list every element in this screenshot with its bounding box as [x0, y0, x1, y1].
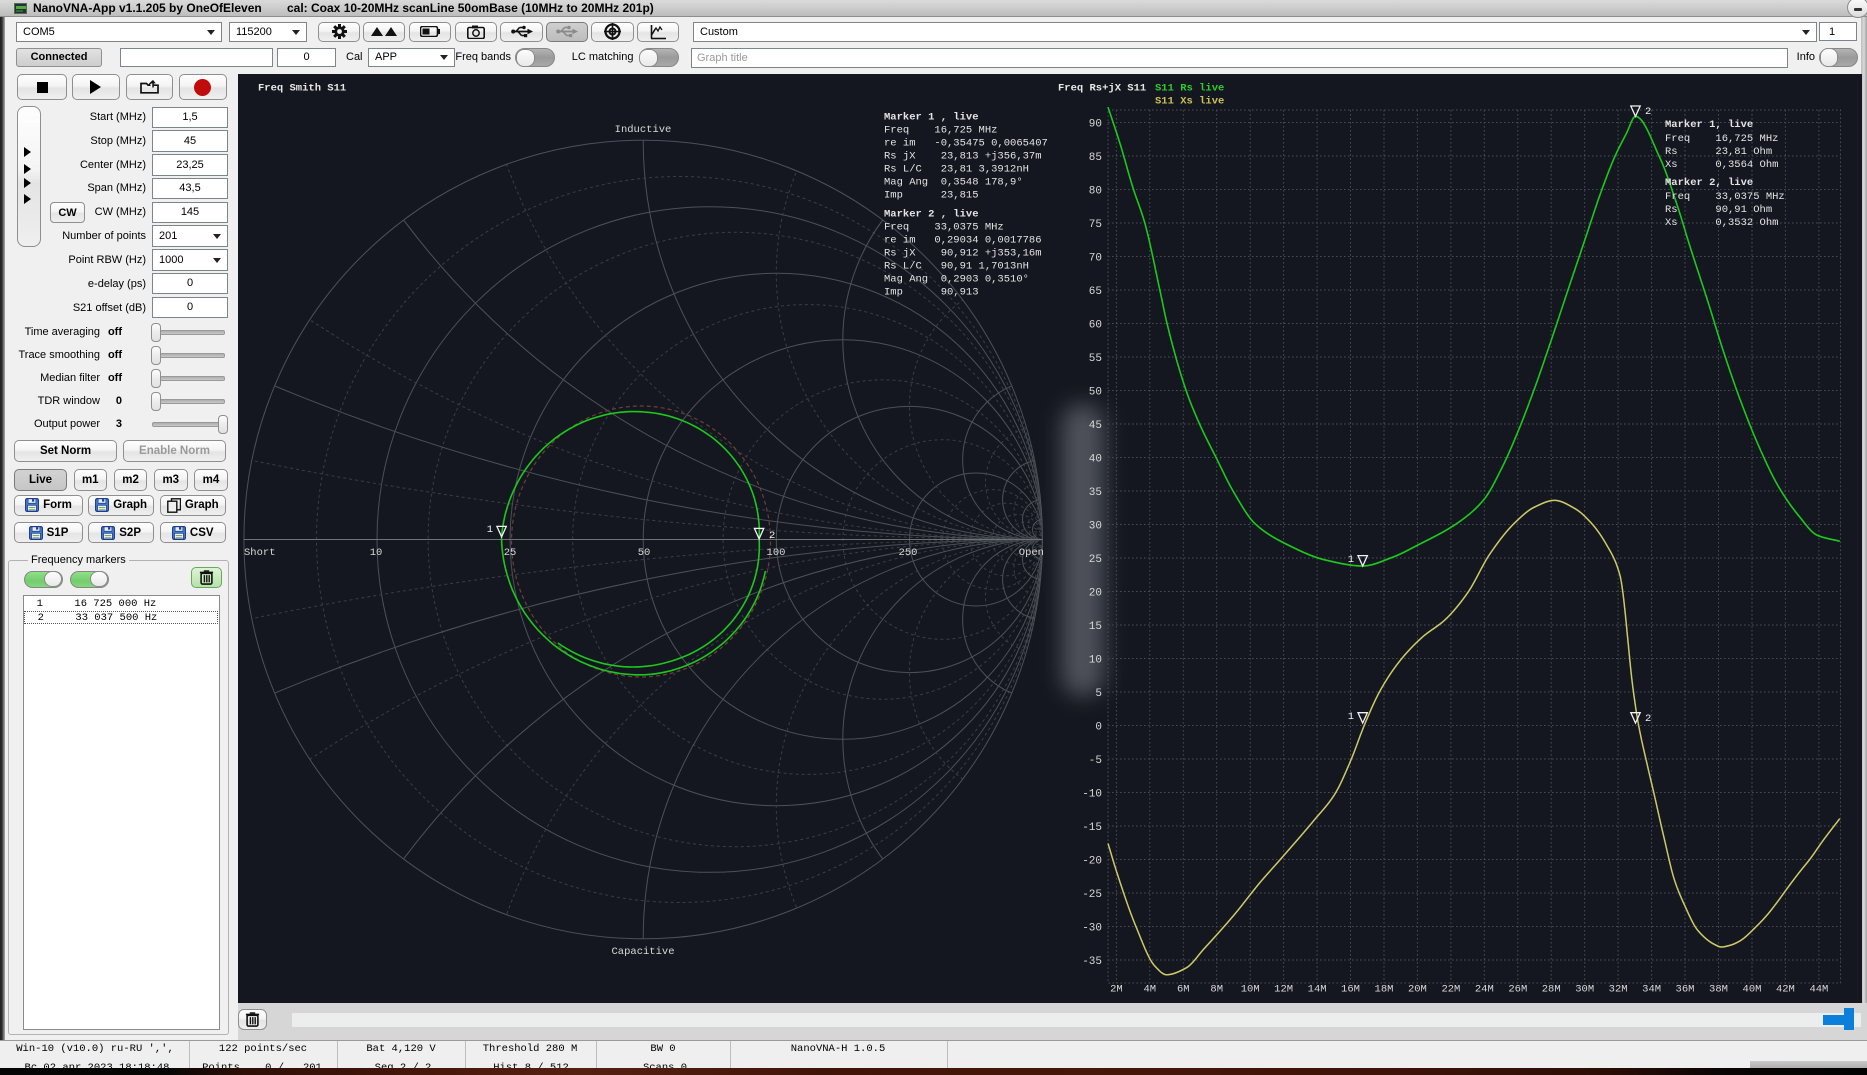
svg-text:2M: 2M: [1110, 984, 1123, 996]
svg-text:55: 55: [1089, 353, 1102, 365]
svg-text:re im 0,29034 0,0017786: re im 0,29034 0,0017786: [884, 235, 1042, 247]
svg-text:Rs 23,81 Ohm: Rs 23,81 Ohm: [1665, 146, 1772, 158]
svg-text:80: 80: [1089, 186, 1102, 198]
svg-text:-20: -20: [1082, 856, 1102, 868]
svg-text:14M: 14M: [1308, 984, 1327, 996]
svg-text:44M: 44M: [1809, 984, 1828, 996]
svg-text:-10: -10: [1082, 789, 1102, 801]
svg-text:Short: Short: [244, 547, 276, 559]
svg-text:34M: 34M: [1642, 984, 1661, 996]
svg-text:250: 250: [899, 547, 918, 559]
svg-text:Freq Rs+jX S11: Freq Rs+jX S11: [1058, 83, 1146, 95]
svg-text:re im -0,35475 0,0065407: re im -0,35475 0,0065407: [884, 138, 1048, 150]
svg-text:26M: 26M: [1508, 984, 1527, 996]
svg-text:4M: 4M: [1143, 984, 1156, 996]
svg-text:100: 100: [767, 547, 786, 559]
svg-text:0: 0: [1095, 722, 1102, 734]
svg-text:Mag Ang 0,3548 178,9°: Mag Ang 0,3548 178,9°: [884, 177, 1023, 189]
svg-text:Freq 16,725 MHz: Freq 16,725 MHz: [884, 125, 997, 137]
svg-text:Freq 33,0375 MHz: Freq 33,0375 MHz: [884, 222, 1004, 234]
svg-text:Marker 2, live: Marker 2, live: [1665, 177, 1753, 189]
svg-text:16M: 16M: [1341, 984, 1360, 996]
svg-text:-15: -15: [1082, 822, 1102, 834]
svg-text:40: 40: [1089, 454, 1102, 466]
svg-text:Marker 2 , live: Marker 2 , live: [884, 209, 979, 221]
svg-text:Inductive: Inductive: [615, 124, 672, 136]
svg-text:65: 65: [1089, 286, 1102, 298]
svg-text:Marker 1, live: Marker 1, live: [1665, 119, 1753, 131]
svg-text:38M: 38M: [1709, 984, 1728, 996]
svg-text:Rs 90,91 Ohm: Rs 90,91 Ohm: [1665, 204, 1772, 216]
svg-text:Rs jX 90,912 +j353,16m: Rs jX 90,912 +j353,16m: [884, 248, 1042, 260]
svg-text:Capacitive: Capacitive: [611, 946, 674, 958]
svg-text:28M: 28M: [1542, 984, 1561, 996]
svg-text:15: 15: [1089, 621, 1102, 633]
svg-text:Freq 16,725 MHz: Freq 16,725 MHz: [1665, 133, 1778, 145]
svg-text:S11 Xs live: S11 Xs live: [1155, 96, 1224, 108]
svg-text:8M: 8M: [1210, 984, 1223, 996]
svg-text:Xs 0,3564 Ohm: Xs 0,3564 Ohm: [1665, 159, 1778, 171]
svg-text:12M: 12M: [1274, 984, 1293, 996]
svg-text:42M: 42M: [1776, 984, 1795, 996]
svg-text:-30: -30: [1082, 923, 1102, 935]
svg-text:90: 90: [1089, 119, 1102, 131]
svg-text:Rs L/C 23,81 3,3912nH: Rs L/C 23,81 3,3912nH: [884, 164, 1029, 176]
svg-text:Imp 23,815: Imp 23,815: [884, 190, 979, 202]
svg-text:40M: 40M: [1743, 984, 1762, 996]
svg-text:24M: 24M: [1475, 984, 1494, 996]
svg-text:1: 1: [1348, 711, 1354, 723]
svg-text:30: 30: [1089, 521, 1102, 533]
svg-text:Rs jX 23,813 +j356,37m: Rs jX 23,813 +j356,37m: [884, 151, 1042, 163]
svg-text:Mag Ang 0,2903 0,3510°: Mag Ang 0,2903 0,3510°: [884, 274, 1029, 286]
svg-text:35: 35: [1089, 487, 1102, 499]
svg-text:75: 75: [1089, 219, 1102, 231]
svg-text:Xs 0,3532 Ohm: Xs 0,3532 Ohm: [1665, 217, 1778, 229]
svg-text:2: 2: [769, 530, 775, 542]
svg-text:Open: Open: [1019, 547, 1044, 559]
svg-text:-25: -25: [1082, 889, 1102, 901]
svg-text:32M: 32M: [1609, 984, 1628, 996]
svg-text:5: 5: [1095, 688, 1102, 700]
svg-text:45: 45: [1089, 420, 1102, 432]
svg-text:Freq 33,0375 MHz: Freq 33,0375 MHz: [1665, 191, 1785, 203]
svg-text:Marker 1 , live: Marker 1 , live: [884, 112, 979, 124]
svg-text:S11 Rs live: S11 Rs live: [1155, 83, 1224, 95]
svg-text:Freq Smith S11: Freq Smith S11: [258, 83, 346, 95]
svg-text:18M: 18M: [1375, 984, 1394, 996]
svg-text:10M: 10M: [1241, 984, 1260, 996]
svg-text:Rs L/C 90,91 1,7013nH: Rs L/C 90,91 1,7013nH: [884, 261, 1029, 273]
svg-text:25: 25: [504, 547, 517, 559]
svg-text:22M: 22M: [1441, 984, 1460, 996]
svg-text:30M: 30M: [1575, 984, 1594, 996]
svg-text:10: 10: [370, 547, 383, 559]
svg-text:20M: 20M: [1408, 984, 1427, 996]
svg-text:2: 2: [1645, 713, 1651, 725]
svg-text:50: 50: [638, 547, 651, 559]
svg-text:Imp 90,913: Imp 90,913: [884, 287, 979, 299]
svg-text:60: 60: [1089, 320, 1102, 332]
svg-text:1: 1: [487, 524, 493, 536]
svg-text:2: 2: [1645, 106, 1651, 118]
svg-text:70: 70: [1089, 253, 1102, 265]
svg-text:20: 20: [1089, 588, 1102, 600]
svg-text:85: 85: [1089, 152, 1102, 164]
svg-text:50: 50: [1089, 387, 1102, 399]
svg-text:-5: -5: [1089, 755, 1102, 767]
svg-text:6M: 6M: [1177, 984, 1190, 996]
svg-text:25: 25: [1089, 554, 1102, 566]
svg-text:1: 1: [1348, 554, 1354, 566]
svg-text:-35: -35: [1082, 956, 1102, 968]
svg-text:36M: 36M: [1676, 984, 1695, 996]
svg-text:10: 10: [1089, 655, 1102, 667]
